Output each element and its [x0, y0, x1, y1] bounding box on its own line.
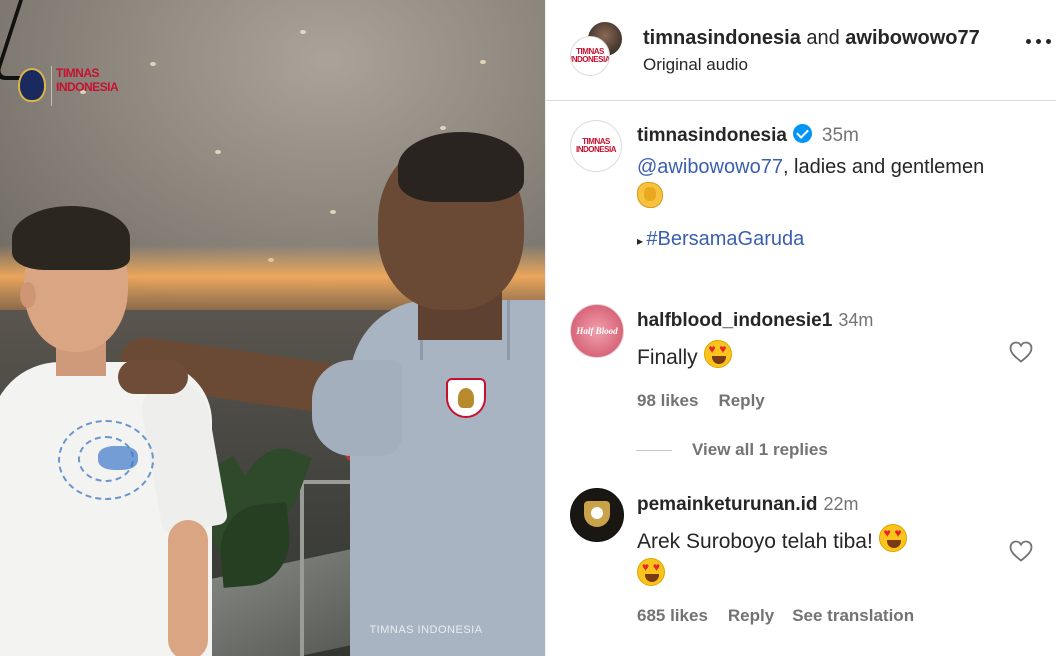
ceiling-light [330, 210, 336, 214]
reel-video[interactable]: TIMNAS INDONESIA TIMNAS INDONESIA [0, 0, 545, 656]
caption-time: 35m [821, 125, 859, 146]
comment-time: 22m [823, 494, 859, 514]
boy-hair [12, 206, 130, 270]
comment-meta: 685 likes Reply See translation [637, 606, 1017, 626]
comment-body: Arek Suroboyo telah tiba! [637, 530, 873, 553]
man-hand-on-shoulder [118, 360, 188, 394]
caption-header: timnasindonesia 35m [637, 124, 1047, 152]
ceiling-light [215, 150, 221, 154]
logo-divider [51, 66, 52, 106]
comment-text: Finally [637, 340, 1017, 373]
comment-body: Finally [637, 346, 698, 369]
boy-arm [168, 520, 208, 656]
spider-print [98, 446, 138, 470]
ceiling-light [480, 60, 486, 64]
man-hair [398, 132, 524, 202]
heart-eyes-icon [878, 524, 907, 552]
football-icon [591, 507, 603, 519]
ceiling-light [440, 126, 446, 130]
audio-label[interactable]: Original audio [643, 55, 748, 75]
comment-meta: 98 likes Reply [637, 391, 1017, 411]
comment-time: 34m [838, 310, 874, 330]
half-blood-logo: Half Blood [576, 326, 618, 336]
timnas-logo-mark: TIMNAS INDONESIA [576, 137, 616, 154]
collaborator-username[interactable]: awibowowo77 [845, 27, 979, 49]
comment-username[interactable]: pemainketurunan.id [637, 494, 818, 515]
ceiling-light [150, 62, 156, 66]
mention-link[interactable]: @awibowowo77 [637, 156, 783, 178]
comment-likes[interactable]: 685 likes [637, 606, 708, 625]
timnas-logo-mark: TIMNAS INDONESIA [570, 47, 610, 64]
account-username[interactable]: timnasindonesia [643, 27, 801, 49]
reply-button[interactable]: Reply [718, 391, 764, 410]
caption-body: , ladies and gentlemen [782, 156, 985, 178]
boy-ear [20, 282, 36, 308]
caption-emoji-line [637, 182, 1047, 214]
comment-item: pemainketurunan.id 22m Arek Suroboyo tela… [637, 494, 1017, 626]
pssi-logo [18, 68, 46, 102]
replies-divider [636, 449, 672, 451]
caption-text: @awibowowo77, ladies and gentlemen [637, 152, 1047, 182]
view-replies[interactable]: View all 1 replies [636, 440, 828, 460]
ceiling-light [300, 30, 306, 34]
account-avatar[interactable]: TIMNAS INDONESIA [570, 36, 610, 76]
view-replies-label[interactable]: View all 1 replies [692, 440, 828, 460]
accounts-joiner: and [800, 27, 846, 49]
heart-eyes-icon [703, 340, 732, 368]
caption-username[interactable]: timnasindonesia [637, 125, 787, 146]
garuda-emblem [458, 388, 474, 408]
post-accounts: timnasindonesia and awibowowo77 [643, 27, 980, 50]
heart-eyes-icon [637, 558, 665, 586]
comment-header: pemainketurunan.id 22m [637, 494, 1017, 520]
post-header: TIMNAS INDONESIA timnasindonesia and awib… [546, 0, 1056, 101]
more-horizontal-icon[interactable] [1026, 34, 1056, 48]
comment-item: halfblood_indonesie1 34m Finally 98 likes… [637, 310, 1017, 411]
timnas-logo-text: TIMNAS INDONESIA [56, 66, 119, 94]
comment-text: Arek Suroboyo telah tiba! [637, 524, 1017, 592]
comment-likes[interactable]: 98 likes [637, 391, 698, 410]
commenter-avatar[interactable]: Half Blood [570, 304, 624, 358]
bullet-icon: ▸ [637, 234, 647, 248]
video-watermark: TIMNAS INDONESIA [369, 624, 483, 636]
see-translation-button[interactable]: See translation [792, 606, 914, 625]
caption: timnasindonesia 35m @awibowowo77, ladies … [637, 124, 1047, 251]
caption-hashtag-line: ▸ #BersamaGaruda [637, 228, 1047, 251]
caption-avatar[interactable]: TIMNAS INDONESIA [570, 120, 622, 172]
comments-panel: TIMNAS INDONESIA timnasindonesia and awib… [545, 0, 1056, 656]
heart-outline-icon[interactable] [1009, 341, 1033, 363]
commenter-avatar[interactable] [570, 488, 624, 542]
comment-header: halfblood_indonesie1 34m [637, 310, 1017, 336]
man-sleeve [312, 360, 402, 456]
heart-outline-icon[interactable] [1009, 540, 1033, 562]
comment-username[interactable]: halfblood_indonesie1 [637, 310, 832, 331]
clapping-hands-icon [637, 182, 663, 208]
hashtag-link[interactable]: #BersamaGaruda [646, 228, 804, 250]
reply-button[interactable]: Reply [728, 606, 774, 625]
verified-badge-icon [792, 124, 812, 143]
